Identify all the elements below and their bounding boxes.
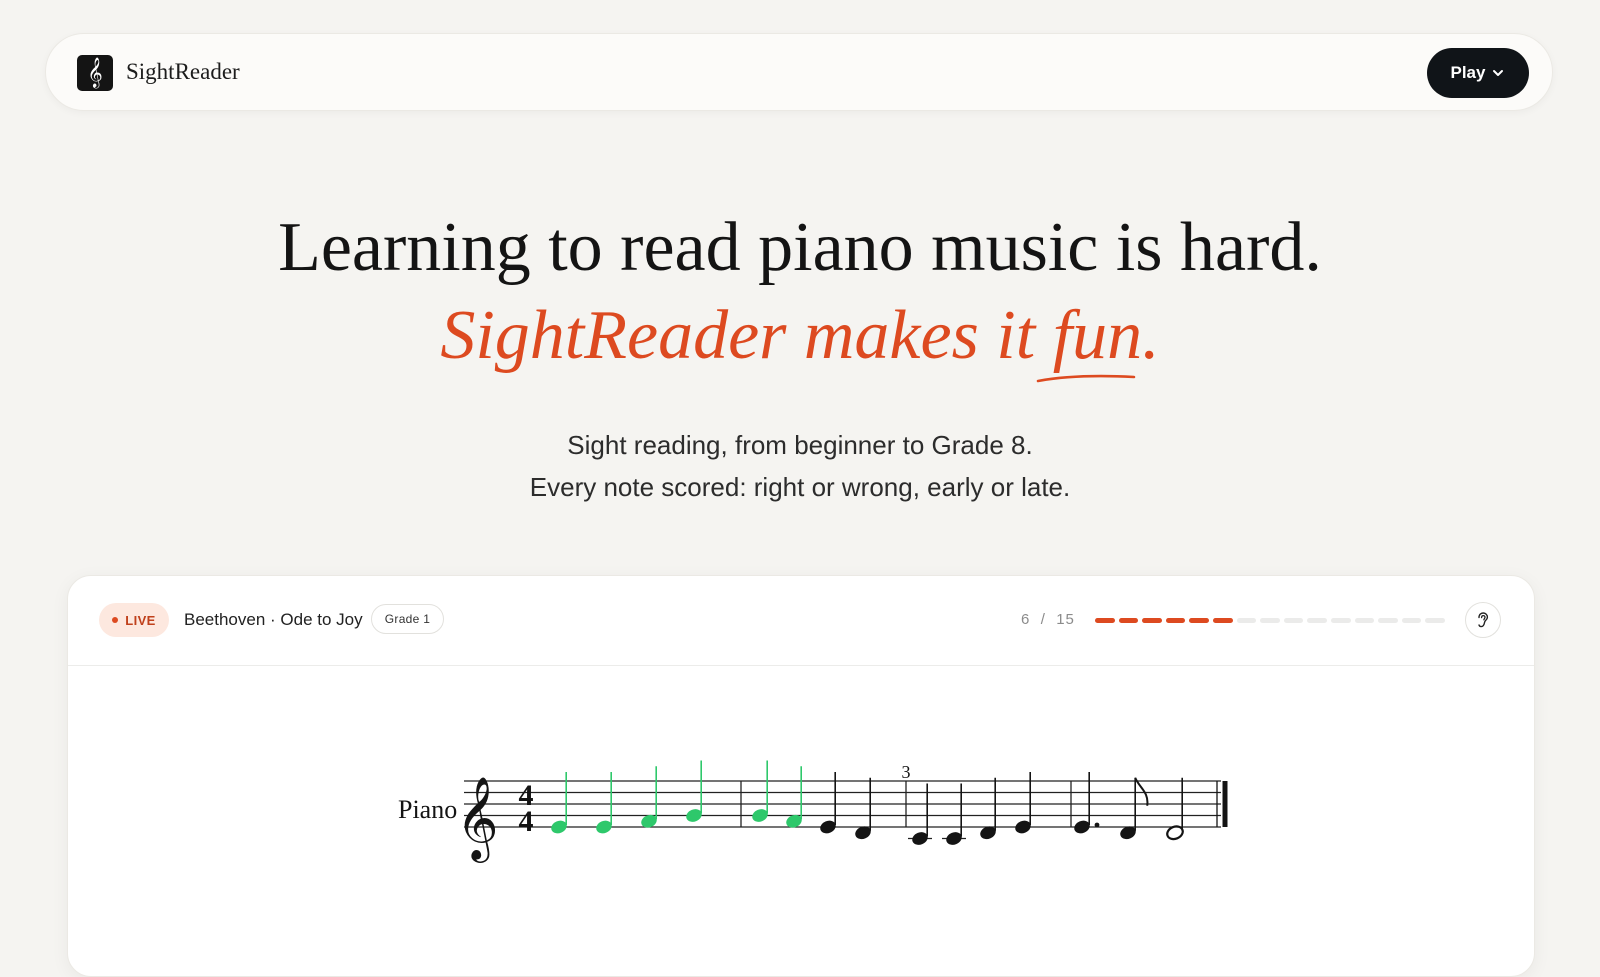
progress-segment (1095, 618, 1115, 623)
play-button-label: Play (1450, 63, 1486, 82)
progress-segment (1236, 618, 1257, 623)
grade-badge: Grade 1 (371, 604, 444, 634)
measure-number: 3 (902, 762, 911, 782)
practice-card: LIVE Beethoven · Ode to Joy Grade 1 6 / … (67, 575, 1535, 977)
note-correct (641, 766, 658, 828)
progress-segment (1425, 618, 1445, 623)
instrument-label: Piano (398, 795, 457, 824)
eighth-flag (1134, 777, 1149, 806)
note-pending (980, 777, 997, 840)
progress-bar (1095, 618, 1445, 623)
treble-clef-icon: 𝄞 (456, 775, 499, 863)
ear-icon (1478, 612, 1489, 628)
time-signature-bottom: 4 (519, 805, 534, 838)
listen-button[interactable] (1465, 602, 1501, 638)
progress-total: 15 (1056, 611, 1075, 628)
chevron-down-icon (1493, 70, 1504, 76)
progress-segment (1354, 618, 1375, 623)
play-menu-button[interactable]: Play (1427, 48, 1529, 98)
progress-segment (1165, 618, 1186, 623)
progress-segment (1283, 618, 1304, 623)
progress-segment (1307, 618, 1327, 623)
top-nav: 𝄞 SightReader Play (45, 33, 1553, 111)
hero-subtitle-1: Sight reading, from beginner to Grade 8. (567, 430, 1033, 460)
progress-segment (1260, 618, 1280, 623)
progress-segment (1401, 618, 1422, 623)
progress-segment (1189, 618, 1209, 623)
note-pending (1120, 777, 1149, 840)
note-pending (1166, 777, 1184, 841)
hero-headline: Learning to read piano music is hard. (278, 209, 1322, 286)
staff (464, 780, 1221, 828)
progress-segment (1118, 618, 1139, 623)
practice-card-header: LIVE Beethoven · Ode to Joy Grade 1 6 / … (68, 576, 1534, 666)
live-dot-icon (112, 617, 119, 623)
live-badge: LIVE (99, 603, 169, 637)
progress-segment (1212, 618, 1233, 623)
progress-segment (1330, 618, 1351, 623)
progress-segment (1142, 618, 1162, 623)
hero-subtitle-2: Every note scored: right or wrong, early… (529, 472, 1071, 502)
note-pending (855, 777, 872, 840)
brand-name[interactable]: SightReader (126, 59, 240, 85)
progress-separator: / (1040, 611, 1046, 628)
sheet-music: Piano 𝄞 4 4 3 (398, 760, 1228, 863)
progress-segment (1378, 618, 1398, 623)
live-label: LIVE (125, 612, 156, 628)
progress-current: 6 (1021, 611, 1031, 628)
treble-clef-logo-icon[interactable]: 𝄞 (77, 55, 113, 91)
augmentation-dot (1094, 822, 1100, 828)
progress-counter: 6 / 15 (1021, 611, 1075, 628)
hero-tagline: SightReader makes it fun. (440, 297, 1160, 374)
note-correct (786, 766, 803, 828)
piece-title: Beethoven · Ode to Joy (184, 610, 363, 629)
underline-swoosh (1036, 374, 1136, 383)
